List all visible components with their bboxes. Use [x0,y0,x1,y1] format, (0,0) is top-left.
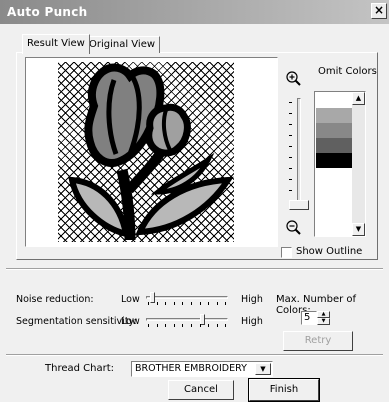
slider-tick [208,302,210,305]
noise-reduction-track[interactable] [146,296,228,299]
noise-reduction-label: Noise reduction: [16,294,94,305]
window-title: Auto Punch [7,5,88,19]
zoom-tick [289,113,292,114]
segmentation-label: Segmentation sensitivity: [16,316,137,327]
zoom-slider-track[interactable] [297,98,301,208]
thread-chart-label: Thread Chart: [45,363,114,374]
slider-tick [208,324,210,327]
max-colors-label: Max. Number of Colors: [276,294,357,316]
zoom-slider-thumb[interactable] [289,200,309,210]
slider-tick [216,302,218,305]
slider-tick [199,302,201,305]
tulip-preview-image [68,63,234,241]
slider-tick [173,324,175,327]
noise-reduction-thumb[interactable] [149,292,155,303]
slider-tick [165,302,167,305]
color-list-scrollbar[interactable] [352,92,365,236]
zoom-tick [289,124,292,125]
noise-low-label: Low [121,294,140,305]
zoom-tick [289,168,292,169]
slider-tick [225,324,227,327]
scroll-up-icon[interactable]: ▲ [352,92,365,105]
show-outline-label: Show Outline [296,246,363,257]
thread-chart-select[interactable]: BROTHER EMBROIDERY [131,361,273,377]
color-swatch[interactable] [316,123,352,138]
max-colors-input[interactable]: 5 [301,311,317,325]
slider-tick [148,302,149,305]
slider-tick [148,324,149,327]
retry-button[interactable]: Retry [283,331,353,351]
zoom-out-icon[interactable] [285,219,301,235]
segmentation-high-label: High [241,316,263,327]
zoom-tick [289,102,292,103]
zoom-tick [289,157,292,158]
separator [6,354,383,356]
slider-tick [191,324,192,327]
close-button[interactable]: × [371,3,387,19]
scroll-down-icon[interactable]: ▼ [352,223,365,236]
show-outline-checkbox[interactable] [281,247,292,258]
tab-result-view[interactable]: Result View [22,34,90,54]
slider-tick [225,302,227,305]
spin-down-icon[interactable]: ▼ [317,318,330,325]
segmentation-thumb[interactable] [199,314,205,325]
chevron-down-icon[interactable]: ▼ [255,363,271,375]
segmentation-low-label: Low [121,316,140,327]
finish-button[interactable]: Finish [248,378,320,402]
cancel-button[interactable]: Cancel [168,380,234,400]
tab-original-view[interactable]: Original View [84,36,161,53]
slider-tick [182,302,184,305]
slider-tick [156,302,158,305]
zoom-tick [289,190,292,191]
spin-up-icon[interactable]: ▲ [317,311,330,318]
slider-tick [182,324,184,327]
omit-colors-label: Omit Colors [318,66,377,77]
separator [6,268,383,270]
slider-tick [191,302,192,305]
color-swatch[interactable] [316,108,352,123]
noise-high-label: High [241,294,263,305]
zoom-tick [289,135,292,136]
slider-tick [173,302,175,305]
color-swatch[interactable] [316,93,352,108]
segmentation-track[interactable] [146,318,228,321]
color-swatch[interactable] [316,138,352,153]
slider-tick [156,324,158,327]
zoom-in-icon[interactable] [285,70,301,86]
slider-tick [199,324,201,327]
slider-tick [216,324,218,327]
zoom-tick [289,179,292,180]
color-swatch[interactable] [316,153,352,168]
slider-tick [165,324,167,327]
zoom-tick [289,146,292,147]
